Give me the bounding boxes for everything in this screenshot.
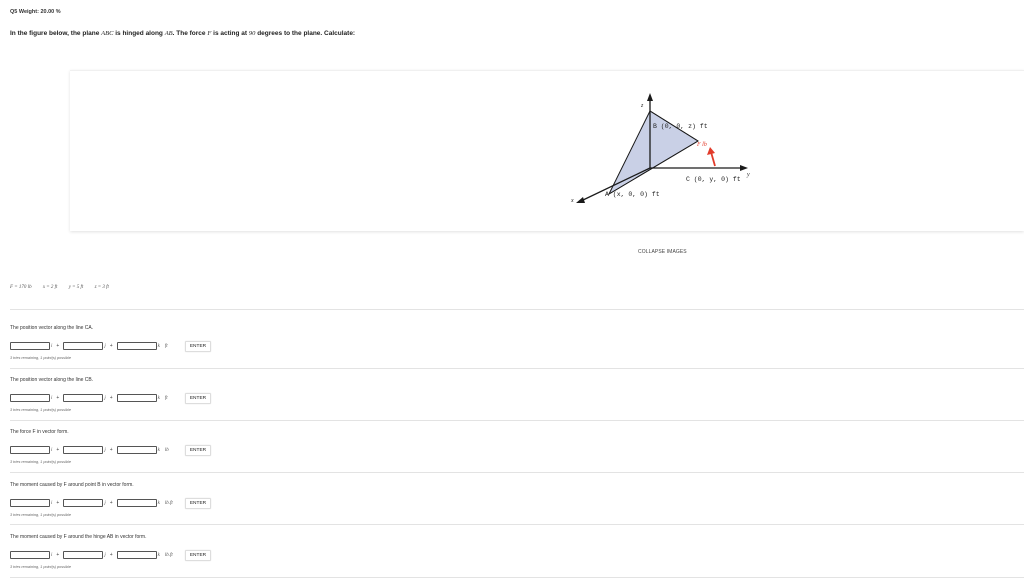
unit-label: lb.ft bbox=[164, 552, 173, 558]
enter-button[interactable]: ENTER bbox=[184, 392, 212, 404]
divider bbox=[10, 420, 1024, 421]
point-c-label: C (0, y, 0) ft bbox=[686, 176, 741, 183]
unit-label: lb.ft bbox=[164, 500, 173, 506]
unit-label: lb bbox=[164, 447, 169, 453]
i-component-input[interactable] bbox=[10, 342, 50, 350]
divider bbox=[10, 524, 1024, 525]
part-title: The moment caused by F around point B in… bbox=[10, 482, 134, 488]
question-part-5: The moment caused by F around the hinge … bbox=[10, 534, 1010, 569]
enter-button[interactable]: ENTER bbox=[184, 497, 212, 509]
question-part-3: The force F in vector form. i + j + k lb E… bbox=[10, 429, 1010, 464]
answer-row: i + j + k ft ENTER bbox=[10, 392, 212, 404]
question-text: In the figure below, the plane ABC is hi… bbox=[10, 30, 356, 37]
force-label: F lb bbox=[696, 142, 707, 148]
hinged-plane-figure: z y x B (0, 0, z) ft C (0, y, 0) ft A (x… bbox=[570, 93, 750, 204]
enter-button[interactable]: ENTER bbox=[184, 549, 212, 561]
k-component-input[interactable] bbox=[116, 342, 157, 350]
j-component-input[interactable] bbox=[63, 551, 104, 559]
unit-label: ft bbox=[164, 343, 168, 349]
i-component-input[interactable] bbox=[10, 499, 50, 507]
divider bbox=[10, 472, 1024, 473]
answer-row: i + j + k lb.ft ENTER bbox=[10, 549, 212, 561]
x-axis-arrow bbox=[576, 197, 585, 203]
x-axis-label: x bbox=[570, 198, 574, 204]
point-a-label: A (x, 0, 0) ft bbox=[605, 191, 660, 198]
k-component-input[interactable] bbox=[116, 394, 157, 402]
part-title: The force F in vector form. bbox=[10, 429, 69, 435]
y-axis-arrow bbox=[740, 165, 748, 171]
divider bbox=[10, 368, 1024, 369]
tries-remaining: 3 tries remaining, 1 point(s) possible bbox=[10, 408, 71, 412]
question-weight: Q5 Weight: 20.00 % bbox=[10, 9, 61, 15]
y-axis-label: y bbox=[746, 172, 750, 178]
given-force: F = 170 lb bbox=[10, 285, 32, 290]
given-x: x = 2 ft bbox=[42, 285, 58, 290]
unit-label: ft bbox=[164, 395, 168, 401]
j-component-input[interactable] bbox=[63, 499, 104, 507]
k-component-input[interactable] bbox=[116, 499, 157, 507]
k-component-input[interactable] bbox=[116, 446, 157, 454]
answer-row: i + j + k ft ENTER bbox=[10, 340, 212, 352]
part-title: The position vector along the line CB. bbox=[10, 377, 94, 383]
tries-remaining: 3 tries remaining, 1 point(s) possible bbox=[10, 565, 71, 569]
given-z: z = 3 ft bbox=[94, 285, 109, 290]
point-b-label: B (0, 0, z) ft bbox=[653, 123, 708, 130]
tries-remaining: 3 tries remaining, 1 point(s) possible bbox=[10, 513, 71, 517]
part-title: The moment caused by F around the hinge … bbox=[10, 534, 147, 540]
j-component-input[interactable] bbox=[63, 394, 104, 402]
enter-button[interactable]: ENTER bbox=[184, 444, 212, 456]
i-component-input[interactable] bbox=[10, 394, 50, 402]
i-component-input[interactable] bbox=[10, 446, 50, 454]
answer-row: i + j + k lb ENTER bbox=[10, 444, 212, 456]
force-arrow bbox=[710, 151, 716, 167]
tries-remaining: 3 tries remaining, 1 point(s) possible bbox=[10, 460, 71, 464]
i-component-input[interactable] bbox=[10, 551, 50, 559]
figure-panel: z y x B (0, 0, z) ft C (0, y, 0) ft A (x… bbox=[70, 70, 1024, 231]
j-component-input[interactable] bbox=[63, 342, 104, 350]
force-arrowhead bbox=[707, 147, 715, 155]
question-part-4: The moment caused by F around point B in… bbox=[10, 482, 1010, 517]
divider bbox=[10, 309, 1024, 310]
given-y: y = 5 ft bbox=[68, 285, 84, 290]
question-part-2: The position vector along the line CB. i… bbox=[10, 377, 1010, 412]
tries-remaining: 3 tries remaining, 1 point(s) possible bbox=[10, 356, 71, 360]
divider bbox=[10, 577, 1024, 578]
z-axis-label: z bbox=[640, 103, 644, 109]
answer-row: i + j + k lb.ft ENTER bbox=[10, 497, 212, 509]
j-component-input[interactable] bbox=[63, 446, 104, 454]
part-title: The position vector along the line CA. bbox=[10, 325, 94, 331]
enter-button[interactable]: ENTER bbox=[184, 340, 212, 352]
k-component-input[interactable] bbox=[116, 551, 157, 559]
question-part-1: The position vector along the line CA. i… bbox=[10, 325, 1010, 360]
z-axis-arrow bbox=[647, 93, 653, 101]
collapse-images-button[interactable]: COLLAPSE IMAGES bbox=[638, 249, 687, 255]
given-values: F = 170 lb x = 2 ft y = 5 ft z = 3 ft bbox=[10, 285, 119, 290]
